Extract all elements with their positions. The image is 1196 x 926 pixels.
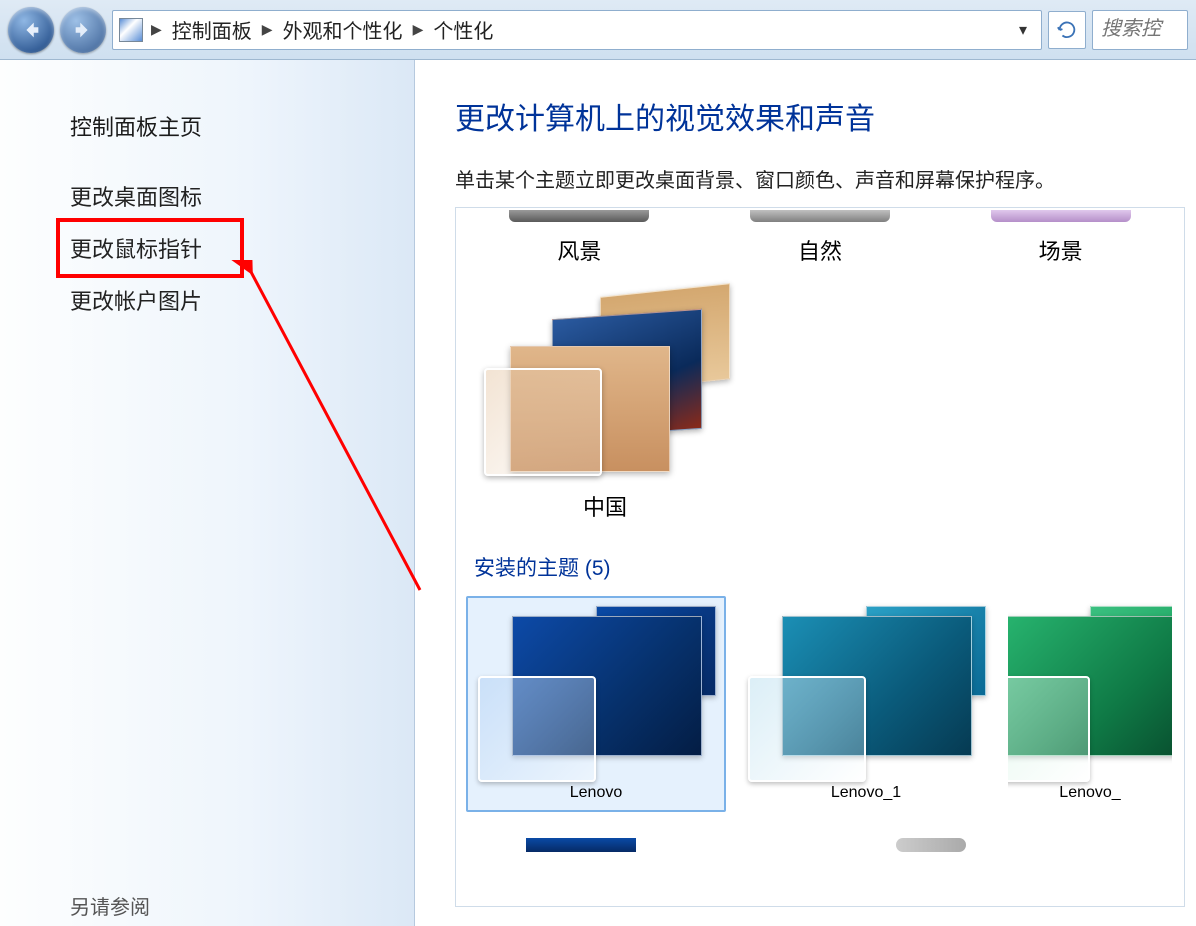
theme-thumbnail	[480, 290, 730, 480]
theme-thumbnail	[1006, 606, 1174, 784]
sidebar-link-account-picture[interactable]: 更改帐户图片	[0, 274, 414, 326]
themes-pane: 风景 自然 场景	[455, 207, 1185, 907]
theme-item-scenes[interactable]: 场景	[955, 210, 1166, 266]
search-box[interactable]	[1092, 10, 1188, 50]
forward-button[interactable]	[60, 7, 106, 53]
section-title-installed: 安装的主题 (5)	[474, 552, 1184, 582]
back-button[interactable]	[8, 7, 54, 53]
theme-item-lenovo[interactable]: Lenovo	[466, 596, 726, 812]
breadcrumb-control-panel[interactable]: 控制面板	[164, 11, 260, 48]
page-title: 更改计算机上的视觉效果和声音	[455, 94, 1196, 138]
theme-color-bar	[509, 210, 649, 222]
sidebar-home-link[interactable]: 控制面板主页	[0, 100, 414, 152]
theme-label: Lenovo_	[1059, 784, 1120, 802]
main-content: 更改计算机上的视觉效果和声音 单击某个主题立即更改桌面背景、窗口颜色、声音和屏幕…	[415, 60, 1196, 926]
theme-item-lenovo-2[interactable]: Lenovo_	[1006, 596, 1174, 812]
theme-label: 自然	[798, 234, 842, 266]
theme-color-bar	[750, 210, 890, 222]
chevron-right-icon: ▶	[151, 21, 162, 38]
chevron-right-icon: ▶	[262, 21, 273, 38]
theme-item-china[interactable]: 中国	[474, 284, 736, 528]
breadcrumb-appearance[interactable]: 外观和个性化	[275, 11, 411, 48]
location-icon	[119, 18, 143, 42]
theme-thumbnail-partial	[896, 838, 966, 852]
chevron-right-icon: ▶	[413, 21, 424, 38]
refresh-button[interactable]	[1048, 11, 1086, 49]
sidebar-link-desktop-icons[interactable]: 更改桌面图标	[0, 170, 414, 222]
theme-item-nature[interactable]: 自然	[715, 210, 926, 266]
theme-thumbnail	[476, 606, 716, 784]
theme-thumbnail-partial	[526, 838, 636, 852]
theme-label: 中国	[583, 490, 627, 522]
theme-label: Lenovo_1	[831, 784, 901, 802]
theme-thumbnail	[746, 606, 986, 784]
page-description: 单击某个主题立即更改桌面背景、窗口颜色、声音和屏幕保护程序。	[455, 164, 1196, 193]
theme-item-lenovo-1[interactable]: Lenovo_1	[736, 596, 996, 812]
search-input[interactable]	[1101, 18, 1179, 41]
theme-item-landscape[interactable]: 风景	[474, 210, 685, 266]
theme-label: 场景	[1039, 234, 1083, 266]
theme-label: Lenovo	[570, 784, 623, 802]
sidebar-see-also: 另请参阅	[70, 891, 150, 920]
sidebar: 控制面板主页 更改桌面图标 更改鼠标指针 更改帐户图片 另请参阅	[0, 60, 415, 926]
address-bar: ▶ 控制面板 ▶ 外观和个性化 ▶ 个性化 ▾	[0, 0, 1196, 60]
theme-color-bar	[991, 210, 1131, 222]
sidebar-link-mouse-pointers[interactable]: 更改鼠标指针	[0, 222, 414, 274]
theme-label: 风景	[557, 234, 601, 266]
breadcrumb-personalization[interactable]: 个性化	[425, 11, 501, 48]
location-dropdown[interactable]: ▾	[1011, 20, 1035, 40]
location-bar[interactable]: ▶ 控制面板 ▶ 外观和个性化 ▶ 个性化 ▾	[112, 10, 1042, 50]
